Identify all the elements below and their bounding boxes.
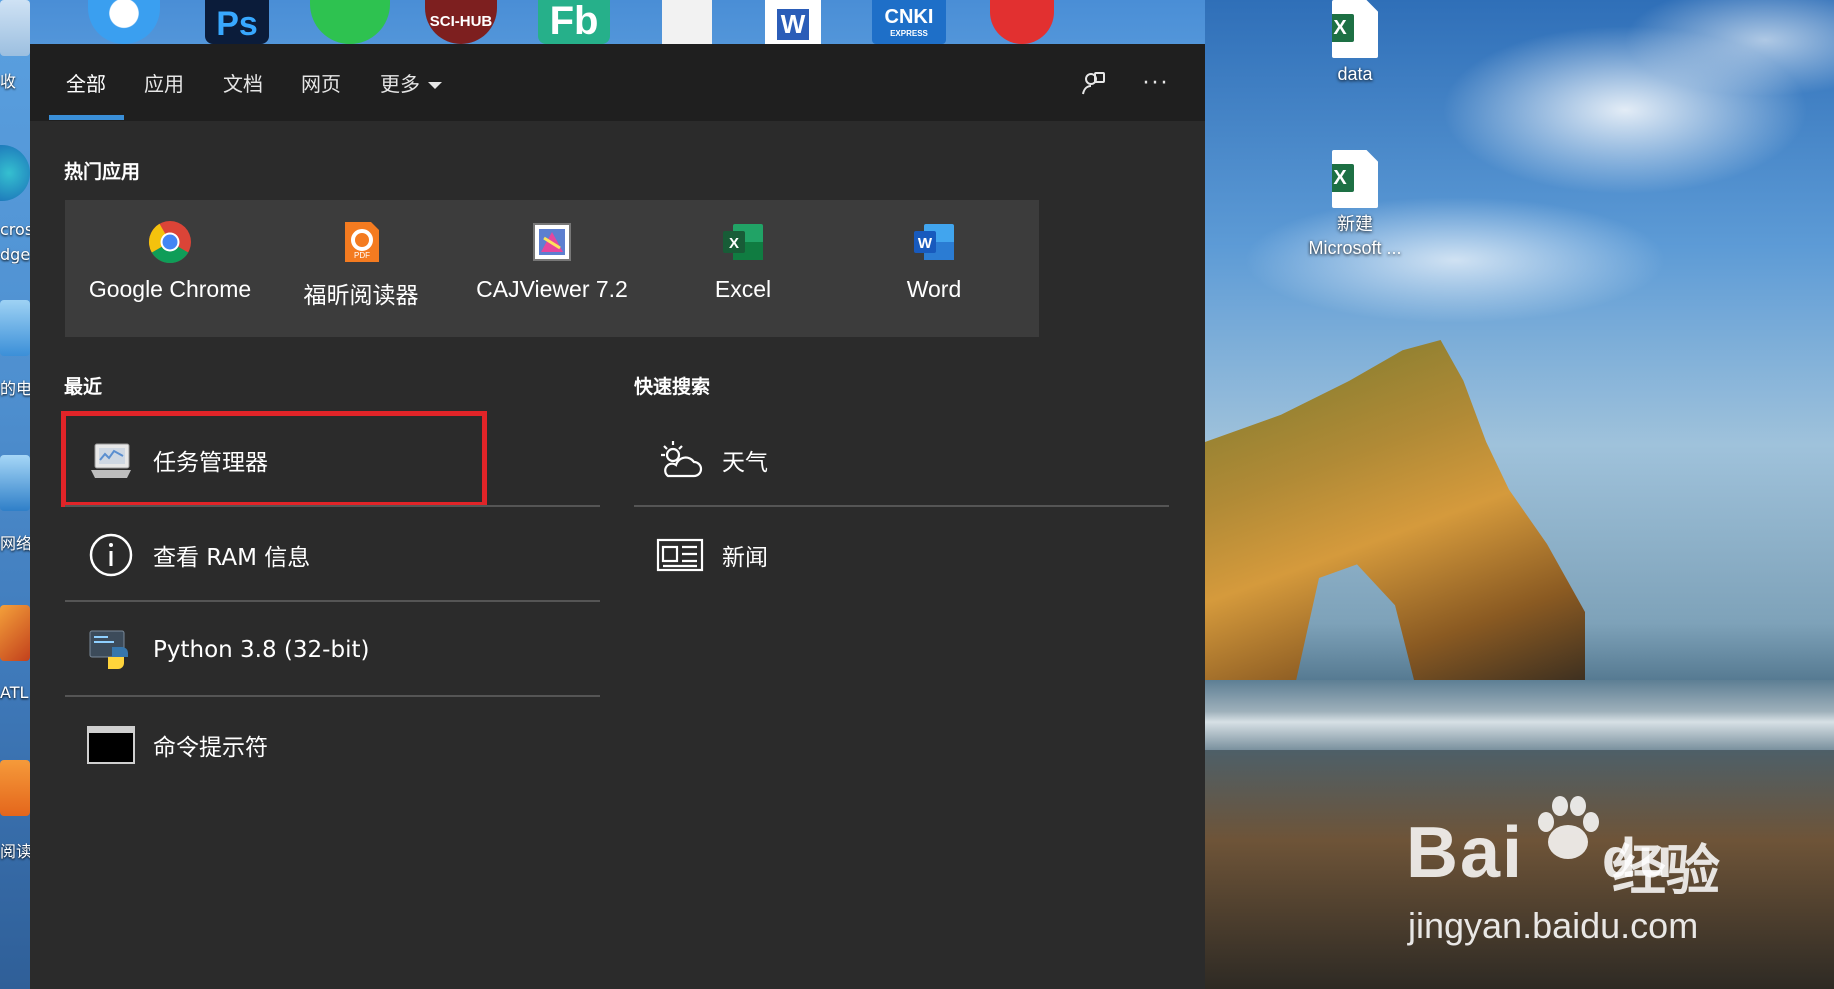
photoshop-icon[interactable]: Ps <box>205 0 269 44</box>
highlight-box <box>61 411 487 507</box>
desktop-left-label: dge <box>0 245 30 264</box>
chrome-icon <box>148 220 192 264</box>
bird-icon[interactable] <box>990 0 1054 44</box>
tab-more[interactable]: 更多 <box>380 68 442 97</box>
tab-documents[interactable]: 文档 <box>223 68 263 97</box>
word-icon: W <box>912 220 956 264</box>
baidu-paw-icon <box>1538 796 1599 859</box>
recent-item-ram-info[interactable]: 查看 RAM 信息 <box>65 507 600 602</box>
svg-text:W: W <box>918 235 933 252</box>
top-apps-title: 热门应用 <box>64 161 141 183</box>
baidu-watermark-chinese: 经验 <box>1612 839 1720 902</box>
wechat-icon[interactable] <box>310 0 390 44</box>
quick-search-label: 天气 <box>722 449 768 476</box>
tab-more-label: 更多 <box>380 72 420 96</box>
quick-search-weather[interactable]: 天气 <box>634 412 1169 507</box>
search-panel: 全部 应用 文档 网页 更多 ··· 热门应用 Google Chrome PD… <box>30 44 1205 989</box>
fb-icon-text: Fb <box>549 0 599 43</box>
word-doc-icon[interactable]: W <box>765 0 821 44</box>
fb-icon[interactable]: Fb <box>538 0 610 44</box>
cnki-icon-subtext: EXPRESS <box>890 29 928 38</box>
quick-search-news[interactable]: 新闻 <box>634 507 1169 602</box>
excel-file-icon: X <box>1332 150 1378 208</box>
feishu-icon[interactable] <box>88 0 160 44</box>
app-tile-label: Word <box>906 276 962 302</box>
desktop-file-label: data <box>1337 64 1373 84</box>
this-pc-icon[interactable] <box>0 300 30 356</box>
quick-search-title: 快速搜索 <box>634 376 711 398</box>
excel-file-icon: X <box>1332 0 1378 58</box>
recent-item-python[interactable]: Python 3.8 (32-bit) <box>65 602 600 697</box>
recent-title: 最近 <box>64 376 103 398</box>
tab-apps[interactable]: 应用 <box>144 68 184 97</box>
matlab-icon[interactable] <box>0 605 30 661</box>
command-prompt-icon <box>87 721 135 769</box>
excel-icon: X <box>721 220 765 264</box>
app-tile-label: CAJViewer 7.2 <box>476 276 628 302</box>
photoshop-icon-text: Ps <box>216 5 258 43</box>
feedback-icon[interactable] <box>1076 66 1110 100</box>
recent-item-cmd[interactable]: 命令提示符 <box>65 697 600 792</box>
app-tile-excel[interactable]: X Excel <box>638 200 848 337</box>
app-tile-cajviewer[interactable]: CAJViewer 7.2 <box>447 200 657 337</box>
scihub-icon[interactable]: SCI-HUB <box>425 0 497 44</box>
desktop-left-label: ATL <box>0 683 29 702</box>
tab-all[interactable]: 全部 <box>66 68 106 97</box>
more-options-icon[interactable]: ··· <box>1139 66 1173 100</box>
weather-icon <box>656 436 704 484</box>
cajviewer-icon <box>530 220 574 264</box>
python-icon <box>87 626 135 674</box>
desktop-left-label: 收 <box>0 72 17 91</box>
foxit-pdf-icon: PDF <box>339 220 383 264</box>
recent-item-label: 查看 RAM 信息 <box>153 544 311 571</box>
desktop-file-label: 新建 Microsoft ... <box>1308 214 1402 258</box>
desktop-left-label: 阅读 <box>0 842 30 861</box>
wallpaper-sea <box>1205 680 1834 750</box>
svg-text:X: X <box>729 235 739 252</box>
tab-active-indicator <box>49 115 124 120</box>
network-icon[interactable] <box>0 455 30 511</box>
info-icon <box>87 531 135 579</box>
desktop-file-new-excel[interactable]: X 新建 Microsoft ... <box>1295 150 1415 260</box>
app-tile-label: 福昕阅读器 <box>303 282 419 308</box>
app-tile-foxit[interactable]: PDF 福昕阅读器 <box>256 200 466 337</box>
cnki-icon[interactable]: CNKI EXPRESS <box>872 0 946 44</box>
desktop-file-data[interactable]: X data <box>1295 0 1415 86</box>
search-panel-header: 全部 应用 文档 网页 更多 ··· <box>30 44 1205 121</box>
app-tile-label: Google Chrome <box>88 276 252 302</box>
scihub-icon-text: SCI-HUB <box>429 13 493 30</box>
desktop-left-label: 网络 <box>0 534 30 553</box>
svg-text:PDF: PDF <box>354 251 370 260</box>
foxit-pdf-icon[interactable] <box>0 760 30 816</box>
recycle-bin-icon[interactable] <box>0 0 30 56</box>
tab-web[interactable]: 网页 <box>301 68 341 97</box>
recent-item-label: 命令提示符 <box>153 734 268 761</box>
app-tile-chrome[interactable]: Google Chrome <box>65 200 275 337</box>
app-tile-label: Excel <box>714 276 772 302</box>
file-icon[interactable] <box>662 0 712 44</box>
recent-item-label: Python 3.8 (32-bit) <box>153 636 370 663</box>
app-tile-word[interactable]: W Word <box>829 200 1039 337</box>
baidu-watermark-url: jingyan.baidu.com <box>1408 905 1699 946</box>
cnki-icon-text: CNKI <box>884 6 934 28</box>
quick-search-label: 新闻 <box>722 544 768 571</box>
desktop-left-label: 的电 <box>0 379 30 398</box>
chevron-down-icon <box>428 82 442 89</box>
news-icon <box>656 531 704 579</box>
desktop-left-label: cros <box>0 220 30 239</box>
